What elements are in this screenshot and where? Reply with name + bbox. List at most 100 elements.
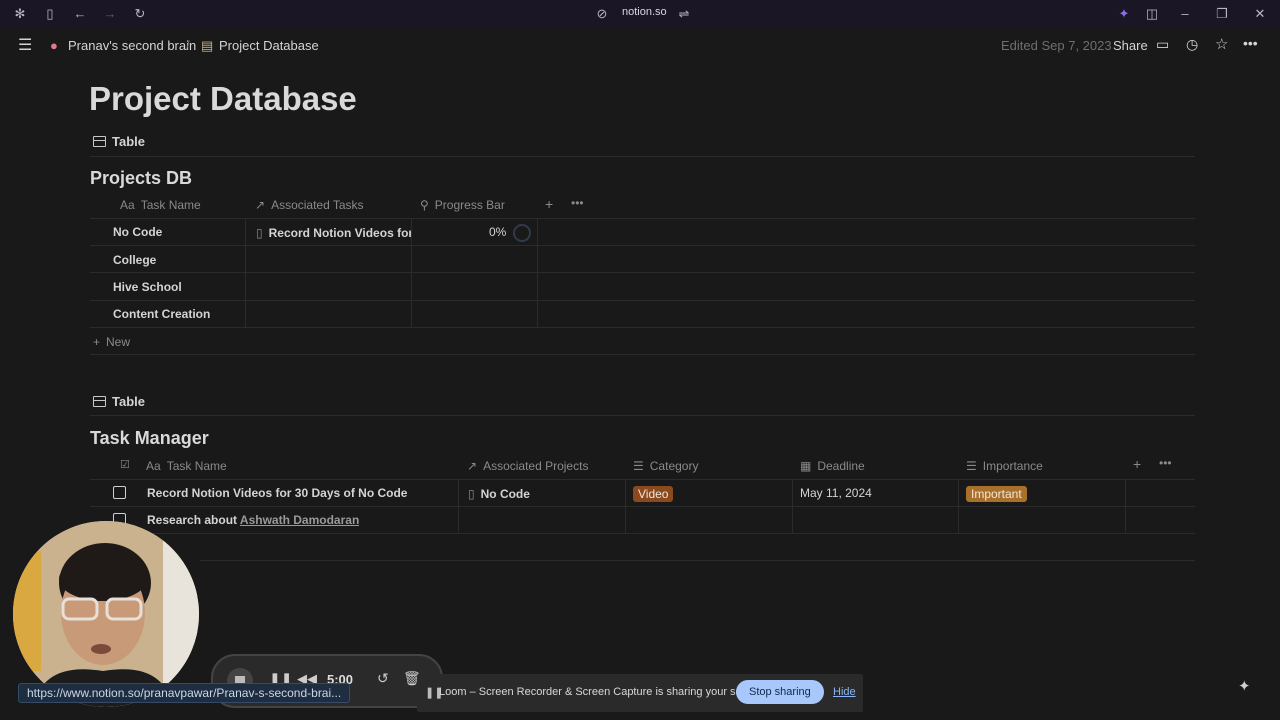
link-icon: ⊘ [596,6,608,21]
split-view-icon[interactable]: ◫ [1144,6,1160,22]
col-divider [537,218,538,327]
col-deadline[interactable]: ▦ Deadline [800,459,865,473]
table-row[interactable]: Research about Ashwath Damodaran [147,513,359,527]
table-icon [93,396,106,407]
new-row-button[interactable]: + New [93,335,130,349]
row-divider [90,218,1195,219]
relation-icon: ↗ [467,459,478,473]
table-row[interactable]: No Code [113,225,162,239]
restart-icon[interactable]: ↺ [377,670,389,687]
projects-view-tab[interactable]: Table [93,134,145,149]
calendar-icon: ▦ [800,459,812,473]
sidebar-toggle-icon[interactable]: ▯ [42,6,58,22]
tasks-view-tab[interactable]: Table [93,394,145,409]
projects-db-title[interactable]: Projects DB [90,168,192,189]
divider [90,156,1195,157]
screen-sharing-bar: ❚❚ Loom – Screen Recorder & Screen Captu… [417,674,863,712]
breadcrumb-page[interactable]: Project Database [219,38,319,53]
add-property-icon[interactable]: + [1133,456,1141,472]
reload-icon[interactable]: ↻ [132,6,148,22]
forward-icon[interactable]: → [102,6,118,22]
select-icon: ☰ [633,459,644,473]
page-icon: ▤ [201,38,214,53]
row-divider [90,354,1195,355]
text-property-icon: Aa [146,459,161,473]
rollup-icon: ⚲ [420,198,429,212]
deadline-value[interactable]: May 11, 2024 [800,486,872,500]
page-title[interactable]: Project Database [89,80,357,118]
history-icon[interactable]: ◷ [1186,36,1198,53]
row-checkbox[interactable] [113,486,126,499]
col-progress-bar[interactable]: ⚲ Progress Bar [420,198,505,212]
col-divider [458,479,459,533]
mention-link[interactable]: Ashwath Damodaran [240,513,359,527]
category-tag[interactable]: Video [633,486,674,502]
property-more-icon[interactable]: ••• [1159,456,1172,470]
maximize-icon[interactable]: ❐ [1214,6,1230,22]
row-divider [90,300,1195,301]
add-property-icon[interactable]: + [545,196,553,212]
table-row[interactable]: Hive School [113,280,182,294]
task-manager-title[interactable]: Task Manager [90,428,209,449]
col-divider [958,479,959,533]
menu-icon[interactable]: ☰ [18,35,32,55]
text-property-icon: Aa [120,198,135,212]
select-all-checkbox-icon[interactable]: ☑ [120,458,130,471]
edited-timestamp: Edited Sep 7, 2023 [1001,38,1112,53]
col-divider [1125,479,1126,533]
table-row[interactable]: Content Creation [113,307,210,321]
breadcrumb-workspace[interactable]: Pranav's second brain [68,38,196,53]
sharing-message: Loom – Screen Recorder & Screen Capture … [439,686,767,698]
col-importance[interactable]: ☰ Importance [966,459,1043,473]
divider [90,415,1195,416]
row-divider [90,327,1195,328]
share-button[interactable]: Share [1113,38,1148,53]
relation-cell[interactable]: ▯Record Notion Videos for 30 [256,226,411,240]
webcam-face-image [13,521,199,707]
importance-tag[interactable]: Important [966,486,1027,502]
select-icon: ☰ [966,459,977,473]
row-divider [90,506,1195,507]
col-associated-tasks[interactable]: ↗ Associated Tasks [255,198,364,212]
extension-icon[interactable]: ✦ [1116,6,1132,22]
browser-logo-icon[interactable]: ✻ [12,6,28,22]
hide-link[interactable]: Hide [833,686,856,698]
relation-cell[interactable]: ▯ No Code [468,487,530,501]
notion-topbar: ☰ ● Pranav's second brain / ▤ Project Da… [0,27,1280,65]
breadcrumb-separator: / [186,38,190,53]
col-associated-projects[interactable]: ↗ Associated Projects [467,459,588,473]
row-divider [90,245,1195,246]
minimize-icon[interactable]: – [1177,6,1193,22]
back-icon[interactable]: ← [72,6,88,22]
favorite-icon[interactable]: ☆ [1215,35,1228,53]
table-row[interactable]: College [113,253,156,267]
col-task-name[interactable]: Aa Task Name [120,198,201,212]
tasks-tab-label: Table [112,394,145,409]
link-hover-status: https://www.notion.so/pranavpawar/Pranav… [18,683,351,703]
table-icon [93,136,106,147]
ai-sparkle-icon[interactable]: ✦ [1238,677,1251,695]
progress-ring [513,224,531,242]
address-bar[interactable]: notion.so [622,6,667,18]
page-icon: ▯ [256,226,263,240]
webcam-bubble[interactable] [13,521,199,707]
browser-toolbar: ✻ ▯ ← → ↻ ⊘ notion.so ⇌ ✦ ◫ – ❐ ✕ [0,0,1280,27]
progress-value: 0% [489,225,507,239]
col-task-name[interactable]: Aa Task Name [146,459,227,473]
site-settings-icon[interactable]: ⇌ [676,6,692,22]
projects-tab-label: Table [112,134,145,149]
col-category[interactable]: ☰ Category [633,459,698,473]
row-divider [90,533,1195,534]
table-row[interactable]: Record Notion Videos for 30 Days of No C… [147,486,407,500]
property-more-icon[interactable]: ••• [571,196,584,210]
close-icon[interactable]: ✕ [1252,6,1268,22]
row-divider [90,272,1195,273]
col-divider [411,218,412,327]
more-icon[interactable]: ••• [1243,35,1258,51]
relation-icon: ↗ [255,198,266,212]
comments-icon[interactable]: ▭ [1156,36,1169,53]
row-divider [200,560,1195,561]
stop-sharing-button[interactable]: Stop sharing [736,680,824,704]
page-icon: ▯ [468,487,475,501]
col-divider [245,218,246,327]
